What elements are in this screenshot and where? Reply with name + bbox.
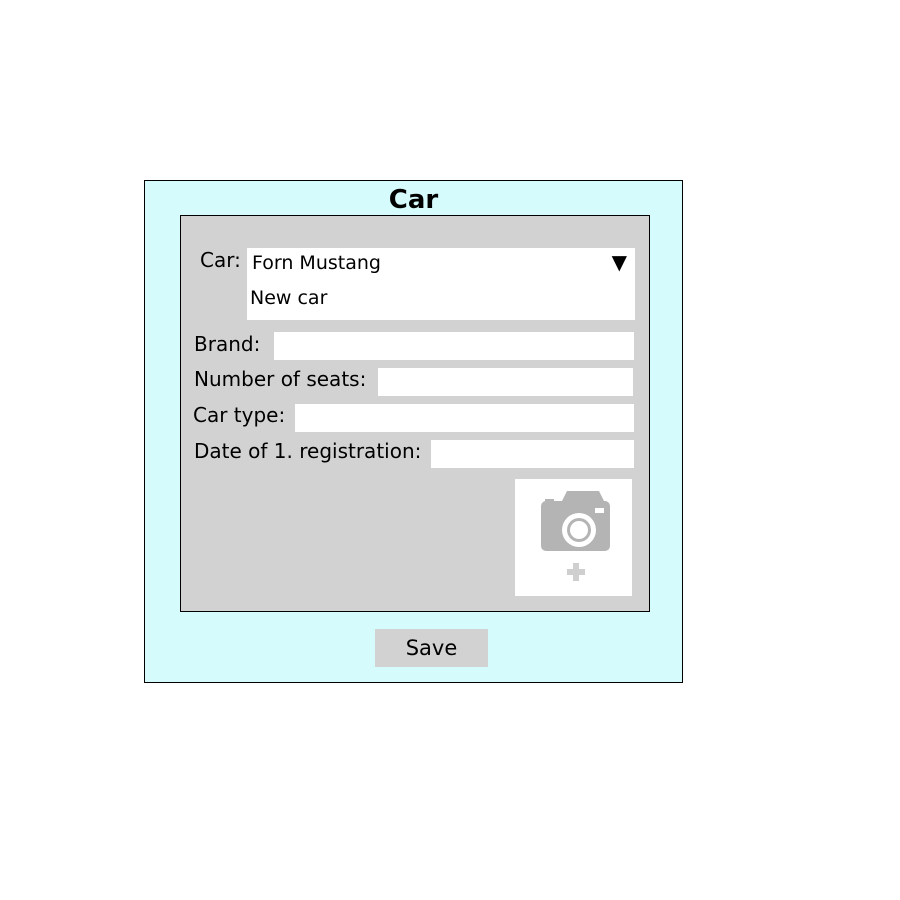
car-type-field[interactable] bbox=[295, 404, 634, 432]
car-select[interactable]: Forn Mustang ▼ New car bbox=[247, 248, 635, 320]
seats-field[interactable] bbox=[378, 368, 633, 396]
car-window: Car Car: Forn Mustang ▼ New car Brand: N… bbox=[144, 180, 683, 683]
car-option-new-car[interactable]: New car bbox=[250, 285, 327, 311]
photo-upload[interactable] bbox=[515, 479, 632, 596]
car-label: Car: bbox=[200, 248, 241, 272]
triangle-down-icon[interactable]: ▼ bbox=[612, 249, 627, 275]
save-button[interactable]: Save bbox=[375, 629, 488, 667]
registration-label: Date of 1. registration: bbox=[194, 439, 422, 463]
car-form-panel: Car: Forn Mustang ▼ New car Brand: Numbe… bbox=[180, 215, 650, 612]
registration-field[interactable] bbox=[431, 440, 634, 468]
car-select-value: Forn Mustang bbox=[252, 252, 381, 274]
window-title: Car bbox=[388, 185, 439, 215]
car-type-label: Car type: bbox=[193, 403, 286, 427]
brand-field[interactable] bbox=[274, 332, 634, 360]
brand-label: Brand: bbox=[194, 332, 261, 356]
plus-icon bbox=[567, 563, 585, 581]
seats-label: Number of seats: bbox=[194, 367, 367, 391]
